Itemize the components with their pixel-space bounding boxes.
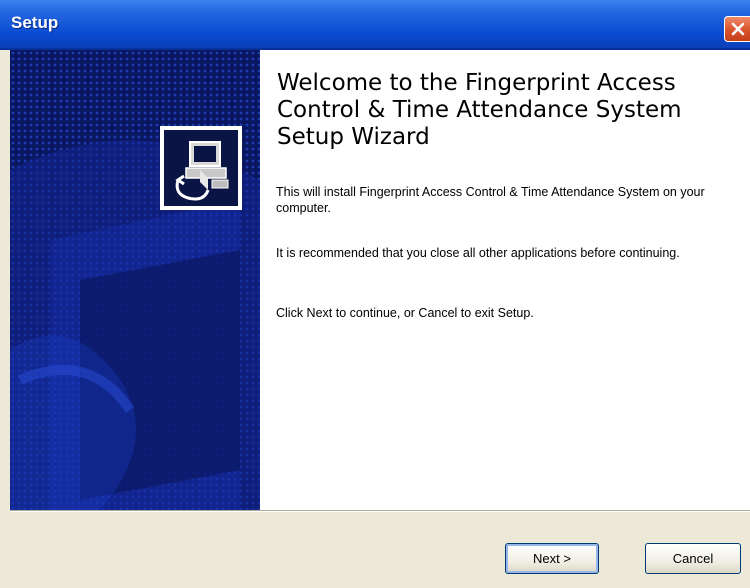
install-description: This will install Fingerprint Access Con… (276, 185, 705, 215)
next-button[interactable]: Next > (505, 543, 599, 574)
close-apps-recommendation: It is recommended that you close all oth… (276, 246, 680, 260)
cancel-button[interactable]: Cancel (645, 543, 741, 574)
wizard-banner (10, 50, 260, 510)
close-button[interactable] (724, 16, 750, 42)
footer-separator (10, 510, 750, 512)
cancel-button-label: Cancel (672, 551, 714, 566)
next-cancel-instructions: Click Next to continue, or Cancel to exi… (276, 306, 534, 320)
welcome-heading: Welcome to the Fingerprint Access Contro… (277, 70, 682, 150)
banner-graphic (10, 140, 260, 510)
installer-icon-frame (160, 126, 242, 210)
close-icon (731, 22, 745, 36)
left-border (0, 50, 10, 588)
installer-computer-icon (164, 130, 238, 206)
next-button-label: Next > (533, 551, 571, 566)
window-title: Setup (11, 13, 59, 32)
title-bar[interactable]: Setup (0, 0, 750, 50)
setup-window: Setup Welcome to the Fingerprint Access … (0, 0, 750, 588)
